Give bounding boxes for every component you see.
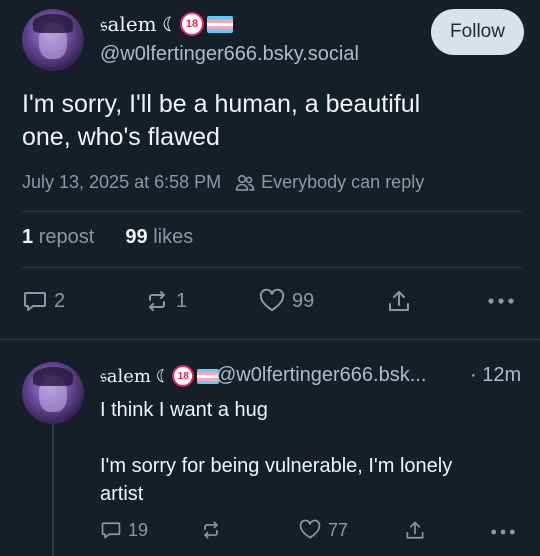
reply-post-text: I think I want a hug I'm sorry for being…	[100, 399, 453, 505]
reply-button[interactable]: 2	[22, 288, 65, 314]
repost-icon	[144, 288, 170, 314]
like-count: 77	[328, 519, 349, 540]
heart-icon	[298, 519, 322, 541]
repost-icon	[200, 519, 222, 541]
heart-icon	[258, 288, 286, 314]
author-handle[interactable]: @w0lfertinger666.bsky.social	[100, 43, 359, 66]
display-name-text: 𝔰alem ☾	[100, 12, 177, 36]
share-icon	[404, 519, 426, 543]
display-name[interactable]: 𝔰alem ☾ 18	[100, 12, 233, 36]
post-timestamp[interactable]: July 13, 2025 at 6:58 PM	[22, 172, 221, 193]
reply-count: 2	[54, 289, 66, 312]
divider	[22, 267, 522, 268]
reposts-stat[interactable]: 1 repost	[22, 226, 94, 248]
trans-flag-icon	[206, 15, 233, 33]
reply-button[interactable]: 19	[100, 519, 148, 541]
post-meta: July 13, 2025 at 6:58 PM Everybody can r…	[22, 172, 424, 193]
reply-setting[interactable]: Everybody can reply	[261, 172, 424, 193]
likes-stat[interactable]: 99 likes	[125, 226, 193, 248]
like-button[interactable]: 77	[298, 519, 348, 541]
thread-line	[52, 424, 54, 556]
age-18-badge-icon: 18	[179, 12, 204, 36]
follow-button[interactable]: Follow	[431, 9, 524, 55]
repost-count: 1	[176, 289, 188, 312]
share-icon	[386, 288, 412, 316]
reply-count: 19	[128, 519, 149, 540]
reply-avatar[interactable]	[22, 362, 84, 424]
share-button[interactable]	[404, 519, 426, 543]
like-count: 99	[292, 289, 315, 312]
more-options-button[interactable]	[487, 297, 515, 305]
repost-button[interactable]: 1	[144, 288, 187, 314]
more-icon	[490, 528, 516, 536]
reply-display-name[interactable]: 𝔰alem ☾ 18	[100, 365, 220, 387]
post-separator	[0, 339, 540, 340]
more-options-button[interactable]	[490, 528, 516, 536]
like-button[interactable]: 99	[258, 288, 314, 314]
repost-button[interactable]	[200, 519, 222, 541]
reply-display-name-text: 𝔰alem ☾	[100, 365, 170, 387]
post-text: I'm sorry, I'll be a human, a beautiful …	[22, 90, 421, 151]
share-button[interactable]	[386, 288, 412, 316]
age-18-badge-icon: 18	[172, 365, 195, 387]
reply-author-handle[interactable]: @w0lfertinger666.bsk...	[216, 364, 426, 387]
chat-bubble-icon	[22, 288, 48, 314]
divider	[22, 211, 522, 212]
chat-bubble-icon	[100, 519, 122, 541]
people-icon	[235, 174, 255, 192]
engagement-stats: 1 repost 99 likes	[22, 226, 193, 249]
avatar[interactable]	[22, 9, 84, 71]
reply-time-ago[interactable]: · 12m	[470, 364, 521, 387]
more-icon	[487, 297, 515, 305]
